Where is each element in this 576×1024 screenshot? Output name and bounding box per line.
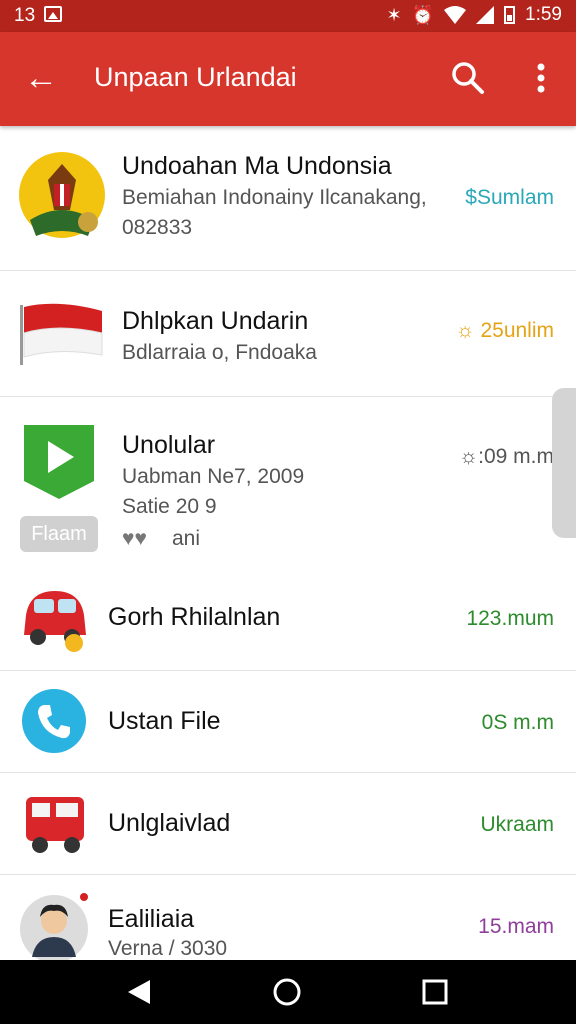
car-icon: [24, 591, 86, 652]
list-item[interactable]: Unlglaivlad Ukraam: [0, 773, 576, 875]
home-circle-icon[interactable]: [267, 972, 307, 1012]
list-item-meta: Ukraam: [480, 813, 554, 836]
list-item-meta: ☼ 25unlim: [455, 319, 554, 342]
signal-icon: [476, 6, 495, 24]
bus-icon: [26, 797, 84, 853]
list-item-meta: 0S m.m: [481, 711, 554, 734]
list-item[interactable]: Ustan File 0S m.m: [0, 671, 576, 773]
list-item[interactable]: Gorh Rhilalnlan 123.mum: [0, 567, 576, 671]
list-item-subtitle: Verna / 3030: [108, 937, 228, 960]
list-item-subtitle-2: 082833: [122, 216, 193, 239]
list-item-meta: $Sumlam: [465, 186, 554, 209]
list-item-title: Dhlpkan Undarin: [122, 307, 309, 335]
list-item[interactable]: Undoahan Ma Undonsia Bemiahan Indonainy …: [0, 126, 576, 271]
list-item-title: Unlglaivlad: [108, 809, 231, 837]
content-list: Undoahan Ma Undonsia Bemiahan Indonainy …: [0, 126, 576, 960]
list-item-title: Undoahan Ma Undonsia: [122, 152, 392, 180]
list-item[interactable]: Ealiliaia Verna / 3030 15.mam: [0, 875, 576, 960]
list-item-title: Ustan File: [108, 707, 221, 735]
recents-square-icon[interactable]: [415, 972, 455, 1012]
navigation-bar: [0, 960, 576, 1024]
list-item-meta: 123.mum: [466, 607, 554, 630]
list-item[interactable]: Dhlpkan Undarin Bdlarraia o, Fndoaka ☼ 2…: [0, 271, 576, 397]
list-item-subtitle: Bemiahan Indonainy Ilcanakang,: [122, 186, 427, 209]
more-options-icon[interactable]: [524, 58, 558, 98]
image-icon: [44, 6, 62, 22]
flag-icon: [20, 303, 103, 365]
wifi-icon: [444, 6, 467, 24]
phone-icon: [22, 689, 86, 753]
status-time-right: 1:59: [525, 4, 562, 25]
list-item-subtitle: Bdlarraia o, Fndoaka: [122, 341, 317, 364]
list-item-title: Unolular: [122, 431, 216, 459]
page-title: Unpaan Urlandai: [94, 62, 297, 92]
list-item-title: Ealiliaia: [108, 905, 195, 933]
list-item-title: Gorh Rhilalnlan: [108, 603, 281, 631]
tag-badge[interactable]: Flaam: [20, 516, 98, 552]
list-item-subtitle: Uabman Ne7, 2009: [122, 465, 305, 488]
play-icon: [24, 425, 94, 499]
scrollbar-handle[interactable]: [552, 388, 576, 538]
battery-icon: [504, 6, 516, 24]
alarm-icon: ⏰: [411, 5, 435, 25]
app-bar: ← Unpaan Urlandai: [0, 32, 576, 126]
status-time-left: 13: [14, 5, 36, 26]
emblem-icon: [19, 152, 105, 238]
bluetooth-icon: ✶: [386, 5, 402, 25]
back-arrow-icon[interactable]: ←: [24, 58, 58, 98]
list-item-meta: ☼:09 m.m: [458, 445, 554, 468]
heart-icon: ♥♥: [122, 527, 147, 550]
search-icon[interactable]: [448, 58, 488, 98]
list-item-extra: ani: [172, 527, 201, 550]
list-item-subtitle-2: Satie 20 9: [122, 495, 217, 518]
back-triangle-icon[interactable]: [118, 972, 158, 1012]
person-icon: [20, 893, 88, 960]
list-item-meta: 15.mam: [478, 915, 554, 938]
status-bar: 13 ✶ ⏰ 1:59: [0, 0, 576, 32]
